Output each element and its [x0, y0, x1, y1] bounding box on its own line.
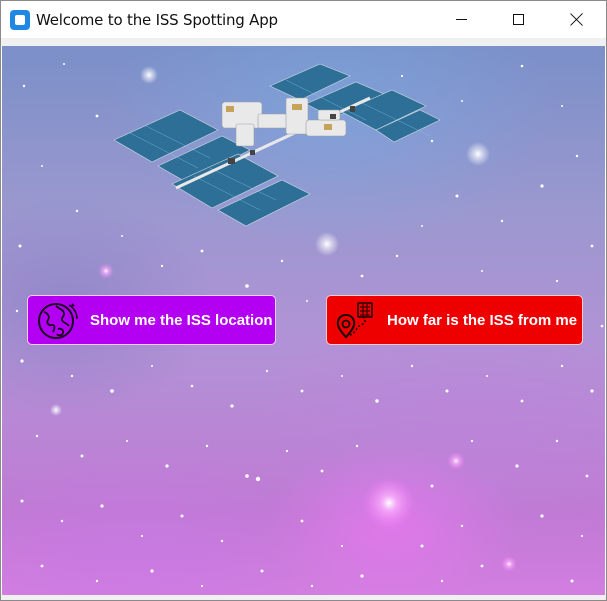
- iss-distance-label: How far is the ISS from me: [387, 312, 578, 329]
- title-bar[interactable]: Welcome to the ISS Spotting App: [1, 1, 606, 38]
- globe-icon: [38, 303, 78, 339]
- iss-image: [113, 63, 441, 227]
- space-background: Show me the ISS location How far is the …: [2, 46, 605, 595]
- window-title: Welcome to the ISS Spotting App: [36, 11, 278, 29]
- maximize-button[interactable]: [495, 1, 541, 38]
- app-window: Welcome to the ISS Spotting App Show me …: [0, 0, 607, 601]
- app-icon: [10, 10, 30, 30]
- title-divider: [1, 38, 606, 46]
- maximize-icon: [512, 14, 524, 25]
- close-button[interactable]: [553, 1, 599, 38]
- show-iss-location-button[interactable]: Show me the ISS location: [27, 295, 276, 345]
- minimize-button[interactable]: [438, 1, 484, 38]
- iss-distance-button[interactable]: How far is the ISS from me: [326, 295, 583, 345]
- close-icon: [570, 13, 583, 26]
- minimize-icon: [455, 19, 467, 20]
- show-iss-location-label: Show me the ISS location: [90, 312, 273, 329]
- window-bottom-edge: [1, 595, 606, 600]
- map-pin-distance-icon: [336, 302, 373, 339]
